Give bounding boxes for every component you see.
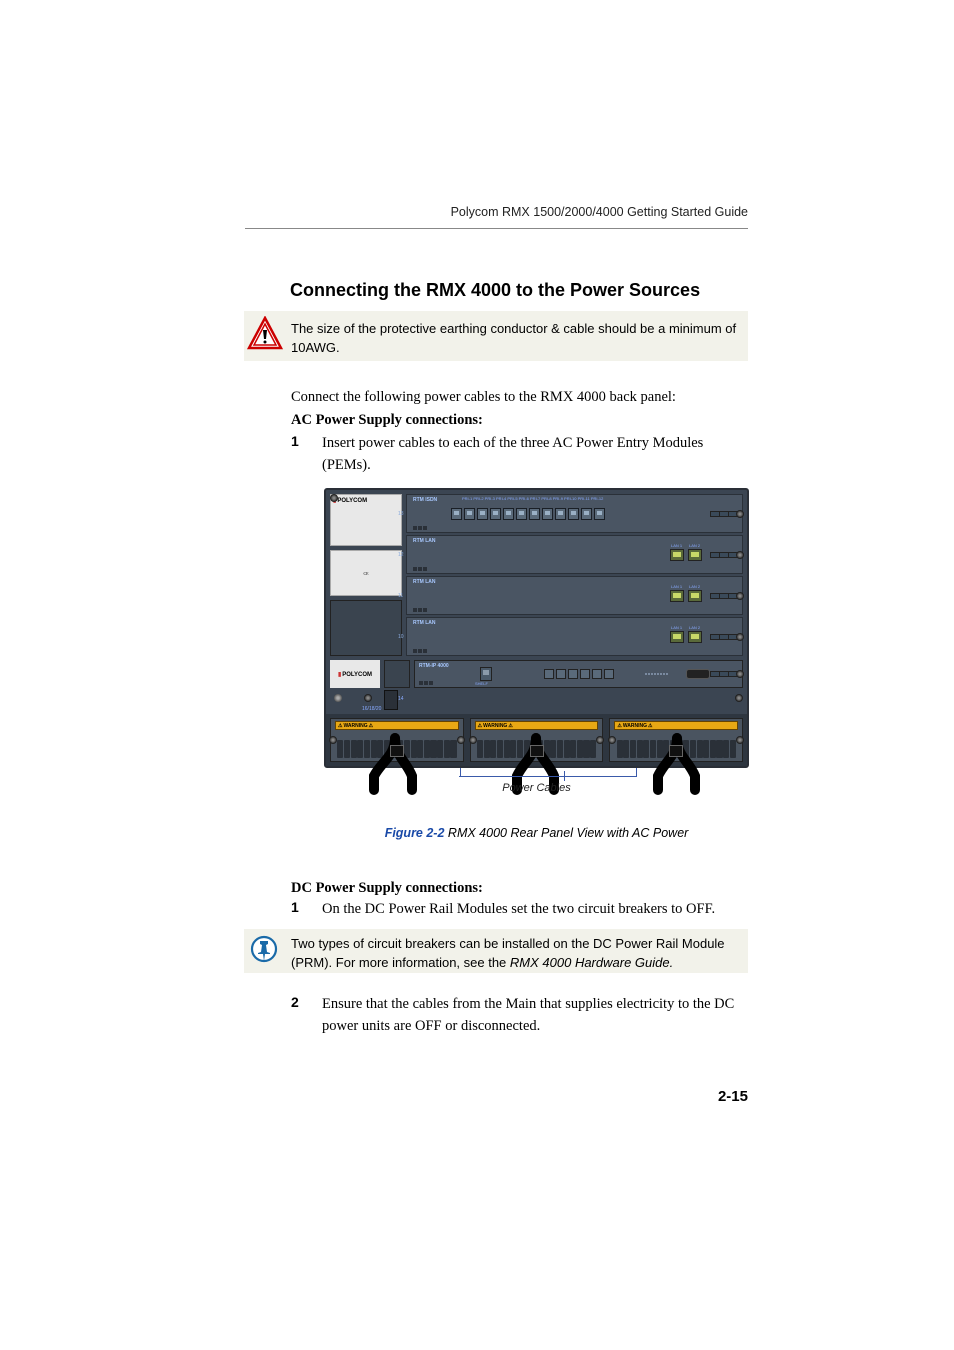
psu-1: ⚠WARNING⚠ xyxy=(330,718,464,762)
rtm-ip-module: RTM-IP 4000 SHELF xyxy=(414,660,743,688)
intro-paragraph: Connect the following power cables to th… xyxy=(291,387,751,409)
pri-header: PRI-1 PRI-2 PRI-3 PRI-4 PRI-5 PRI-6 PRI-… xyxy=(462,496,603,501)
label-column: ▮POLYCOM CE xyxy=(326,490,406,660)
info-pin-icon xyxy=(250,935,278,963)
rtm-ip-row: ▮POLYCOM RTM-IP 4000 SHELF xyxy=(326,660,747,688)
figure-caption: Figure 2-2 RMX 4000 Rear Panel View with… xyxy=(324,826,749,840)
ac-heading: AC Power Supply connections: xyxy=(291,410,751,432)
rear-panel-illustration: ▮POLYCOM CE 13 RTM ISDN PRI-1 PRI-2 PRI-… xyxy=(324,488,749,768)
step-text-1-dc: On the DC Power Rail Modules set the two… xyxy=(322,899,752,921)
info-note-text: Two types of circuit breakers can be ins… xyxy=(291,935,745,973)
psu-2: ⚠WARNING⚠ xyxy=(470,718,604,762)
step-text-2-dc: Ensure that the cables from the Main tha… xyxy=(322,994,752,1038)
rtm-isdn-module: 13 RTM ISDN PRI-1 PRI-2 PRI-3 PRI-4 PRI-… xyxy=(406,494,743,533)
warning-text: The size of the protective earthing cond… xyxy=(291,320,741,358)
psu-warning-label: WARNING xyxy=(623,723,647,729)
blank-small xyxy=(384,660,410,688)
psu-row: ⚠WARNING⚠ ⚠WARNING⚠ ⚠WARNING⚠ xyxy=(326,714,747,766)
shelf-label: SHELF xyxy=(475,681,488,686)
psu-3: ⚠WARNING⚠ xyxy=(609,718,743,762)
running-header: Polycom RMX 1500/2000/4000 Getting Start… xyxy=(451,205,748,219)
hardware-guide-ref: RMX 4000 Hardware Guide. xyxy=(510,955,673,970)
rtm-isdn-label: RTM ISDN xyxy=(413,497,437,503)
step-number-1-dc: 1 xyxy=(291,899,299,915)
polycom-product-label: ▮POLYCOM xyxy=(330,494,402,546)
header-rule xyxy=(245,228,748,229)
psu-warning-label: WARNING xyxy=(483,723,507,729)
step-text-1-ac: Insert power cables to each of the three… xyxy=(322,433,752,477)
rtm-lan-label: RTM LAN xyxy=(413,620,436,626)
rtm-ip-label: RTM-IP 4000 xyxy=(419,663,449,669)
rtm-lan-label: RTM LAN xyxy=(413,579,436,585)
ce-mark: CE xyxy=(363,571,368,576)
step-number-2-dc: 2 xyxy=(291,994,299,1010)
certification-label: CE xyxy=(330,550,402,596)
module-stack: ▮POLYCOM CE 13 RTM ISDN PRI-1 PRI-2 PRI-… xyxy=(326,490,747,660)
warning-triangle-icon xyxy=(247,316,283,352)
section-title: Connecting the RMX 4000 to the Power Sou… xyxy=(290,280,700,301)
figure-rear-panel: ▮POLYCOM CE 13 RTM ISDN PRI-1 PRI-2 PRI-… xyxy=(324,488,749,790)
polycom-small-label: ▮POLYCOM xyxy=(330,660,380,688)
cable-callout-text: Power Cables xyxy=(324,782,749,794)
rtm-lan-module-1: 12 RTM LAN LAN 1 LAN 2 xyxy=(406,535,743,574)
page: Polycom RMX 1500/2000/4000 Getting Start… xyxy=(0,0,954,1350)
figure-caption-text: RMX 4000 Rear Panel View with AC Power xyxy=(448,826,688,840)
dc-heading: DC Power Supply connections: xyxy=(291,878,751,900)
figure-number: Figure 2-2 xyxy=(385,826,445,840)
rtm-lan-label: RTM LAN xyxy=(413,538,436,544)
blank-panel xyxy=(330,600,402,656)
page-number: 2-15 xyxy=(718,1088,748,1105)
gap-row: 16/18/20 14 xyxy=(326,688,747,714)
step-number-1-ac: 1 xyxy=(291,433,299,449)
psu-warning-label: WARNING xyxy=(343,723,367,729)
rtm-lan-module-3: 10 RTM LAN LAN 1 LAN 2 xyxy=(406,617,743,656)
rtm-lan-module-2: 11 RTM LAN LAN 1 LAN 2 xyxy=(406,576,743,615)
module-column: 13 RTM ISDN PRI-1 PRI-2 PRI-3 PRI-4 PRI-… xyxy=(406,490,747,660)
polycom-brand: POLYCOM xyxy=(337,498,367,504)
